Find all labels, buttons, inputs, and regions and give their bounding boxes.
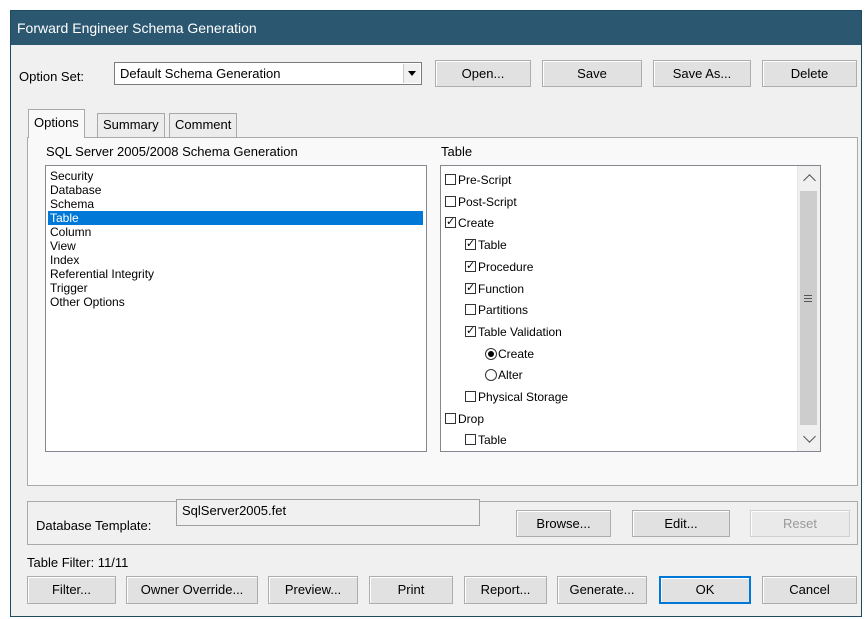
option-label: Post-Script [458,194,517,209]
option-radio[interactable] [485,369,497,382]
owner-override-button[interactable]: Owner Override... [126,576,258,604]
scroll-down-arrow-icon[interactable] [803,430,816,443]
browse-button[interactable]: Browse... [516,510,611,537]
option-checkbox[interactable] [445,412,456,424]
option-checkbox[interactable] [465,304,476,316]
table-filter-status: Table Filter: 11/11 [27,555,129,570]
grip-icon [804,295,812,296]
tab-comment[interactable]: Comment [169,113,238,137]
tab-summary[interactable]: Summary [97,113,165,137]
table-options-tree[interactable]: Pre-Script Post-Script Create Table Procedur… [440,165,821,452]
option-label: Partitions [478,303,529,318]
generation-heading: SQL Server 2005/2008 Schema Generation [46,144,298,159]
option-checkbox[interactable] [445,215,456,229]
option-label: Table Validation [478,324,562,339]
table-options-heading: Table [441,144,473,159]
option-label: Function [478,281,525,296]
option-label: Table [478,433,507,448]
vertical-scrollbar[interactable] [797,166,820,451]
option-label: Table [478,238,507,253]
save-as-button[interactable]: Save As... [653,60,751,87]
list-item[interactable]: View [48,239,76,253]
template-field[interactable]: SqlServer2005.fet [176,499,480,526]
chevron-down-icon[interactable] [403,64,420,83]
option-checkbox[interactable] [445,174,456,185]
list-item[interactable]: Index [48,253,79,267]
option-label: Create [458,216,495,231]
option-set-dropdown[interactable]: Default Schema Generation [114,62,422,85]
list-item[interactable]: Trigger [48,281,88,295]
reset-button: Reset [750,510,850,537]
option-label: Physical Storage [478,390,569,404]
list-item[interactable]: Other Options [48,295,125,309]
list-item-selected[interactable]: Table [48,211,423,225]
edit-button[interactable]: Edit... [632,510,730,537]
option-checkbox[interactable] [465,324,476,337]
option-label: Pre-Script [458,173,512,187]
option-checkbox[interactable] [465,391,476,402]
option-set-label: Option Set: [19,69,85,84]
option-checkbox[interactable] [445,195,456,207]
template-label: Database Template: [36,518,152,533]
save-button[interactable]: Save [542,60,642,87]
option-label: Drop [458,411,485,426]
list-item[interactable]: Database [48,183,101,197]
delete-button[interactable]: Delete [762,60,857,87]
list-item[interactable]: Schema [48,197,94,211]
option-radio[interactable] [485,347,497,360]
option-label: Alter [498,368,523,383]
option-checkbox[interactable] [465,237,476,251]
schema-generation-dialog: Forward Engineer Schema Generation Optio… [10,10,862,617]
scroll-up-arrow-icon[interactable] [803,174,816,187]
option-checkbox[interactable] [465,281,476,294]
filter-button[interactable]: Filter... [27,576,116,604]
list-item[interactable]: Referential Integrity [48,267,154,281]
generate-button[interactable]: Generate... [557,576,647,604]
option-label: Procedure [478,259,534,274]
tab-options[interactable]: Options [28,109,85,138]
option-set-value: Default Schema Generation [120,66,281,81]
cancel-button[interactable]: Cancel [762,576,857,604]
option-checkbox[interactable] [465,434,476,446]
list-item[interactable]: Column [48,225,91,239]
preview-button[interactable]: Preview... [268,576,358,604]
scroll-thumb[interactable] [800,191,817,425]
option-checkbox[interactable] [465,259,476,272]
option-label: Create [498,346,535,361]
list-item[interactable]: Security [48,169,93,183]
ok-button[interactable]: OK [659,576,751,604]
report-button[interactable]: Report... [464,576,547,604]
window-title: Forward Engineer Schema Generation [11,11,861,45]
open-button[interactable]: Open... [435,60,531,87]
print-button[interactable]: Print [369,576,453,604]
category-listbox[interactable]: Security Database Schema Table Column Vi… [45,165,427,452]
